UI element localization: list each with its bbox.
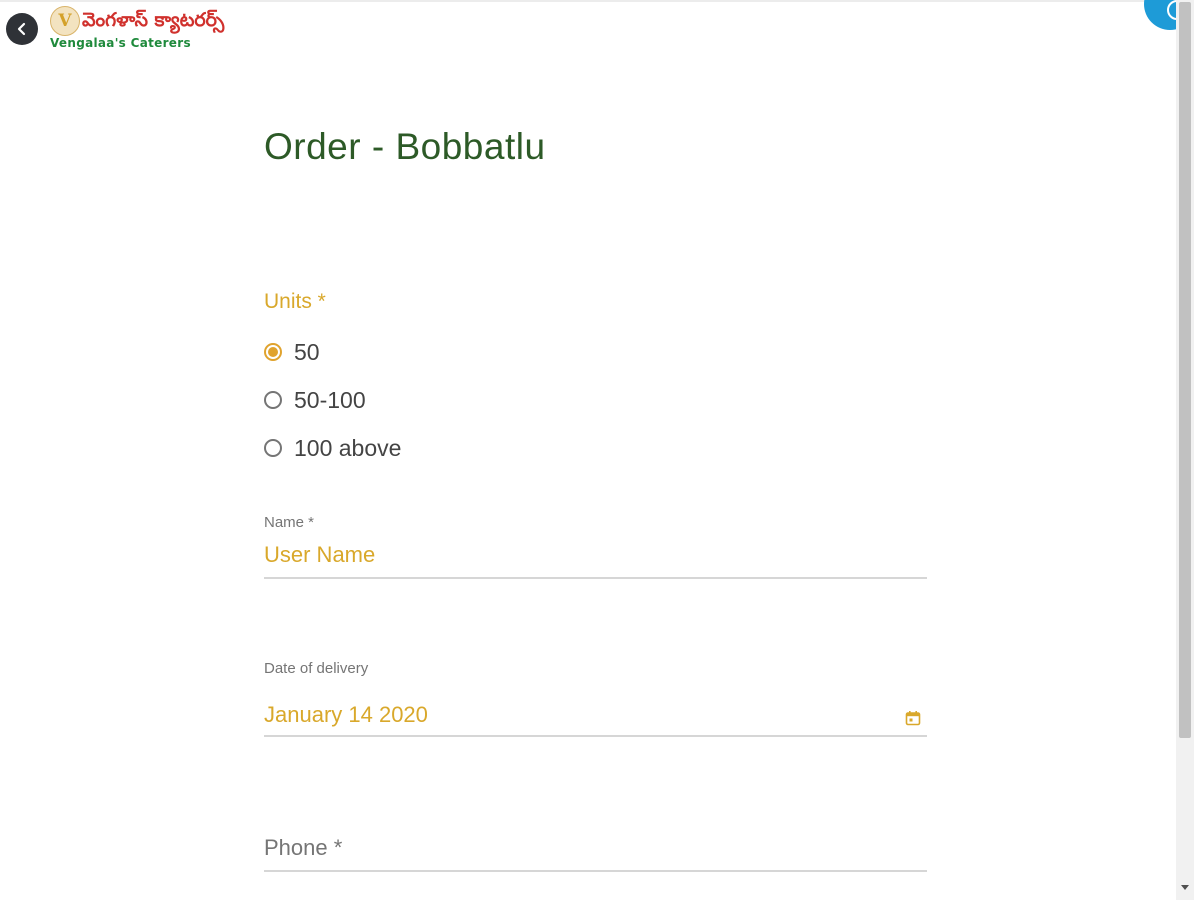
units-option-100-above[interactable]: 100 above [264, 432, 401, 464]
radio-unchecked-icon[interactable] [264, 391, 282, 409]
brand-logo: V వెంగళాస్ క్యాటరర్స్ Vengalaa's Caterer… [50, 6, 240, 54]
phone-input[interactable]: Phone * [264, 835, 342, 861]
calendar-icon[interactable] [905, 710, 921, 726]
units-option-label: 50-100 [294, 386, 366, 413]
name-input[interactable]: User Name [264, 542, 375, 568]
units-option-50[interactable]: 50 [264, 336, 320, 368]
units-option-50-100[interactable]: 50-100 [264, 384, 366, 416]
scrollbar[interactable] [1176, 0, 1194, 900]
date-field-label: Date of delivery [264, 660, 369, 677]
back-button[interactable] [6, 13, 38, 45]
logo-telugu-text: వెంగళాస్ క్యాటరర్స్ [82, 9, 225, 31]
page-title: Order - Bobbatlu [264, 126, 546, 167]
date-input[interactable]: January 14 2020 [264, 702, 428, 728]
logo-english-text: Vengalaa's Caterers [50, 36, 191, 50]
units-option-label: 50 [294, 338, 320, 365]
units-option-label: 100 above [294, 434, 402, 461]
units-label: Units * [264, 290, 326, 313]
phone-input-underline [264, 870, 927, 872]
radio-unchecked-icon[interactable] [264, 439, 282, 457]
name-field-label: Name * [264, 514, 315, 531]
scrollbar-thumb[interactable] [1179, 2, 1191, 738]
name-input-underline [264, 577, 927, 579]
radio-checked-icon[interactable] [264, 343, 282, 361]
scroll-down-arrow-icon[interactable] [1181, 885, 1189, 890]
date-input-underline [264, 735, 927, 737]
logo-emblem: V [50, 6, 80, 36]
chevron-left-icon [17, 22, 26, 36]
top-divider [0, 0, 1176, 2]
